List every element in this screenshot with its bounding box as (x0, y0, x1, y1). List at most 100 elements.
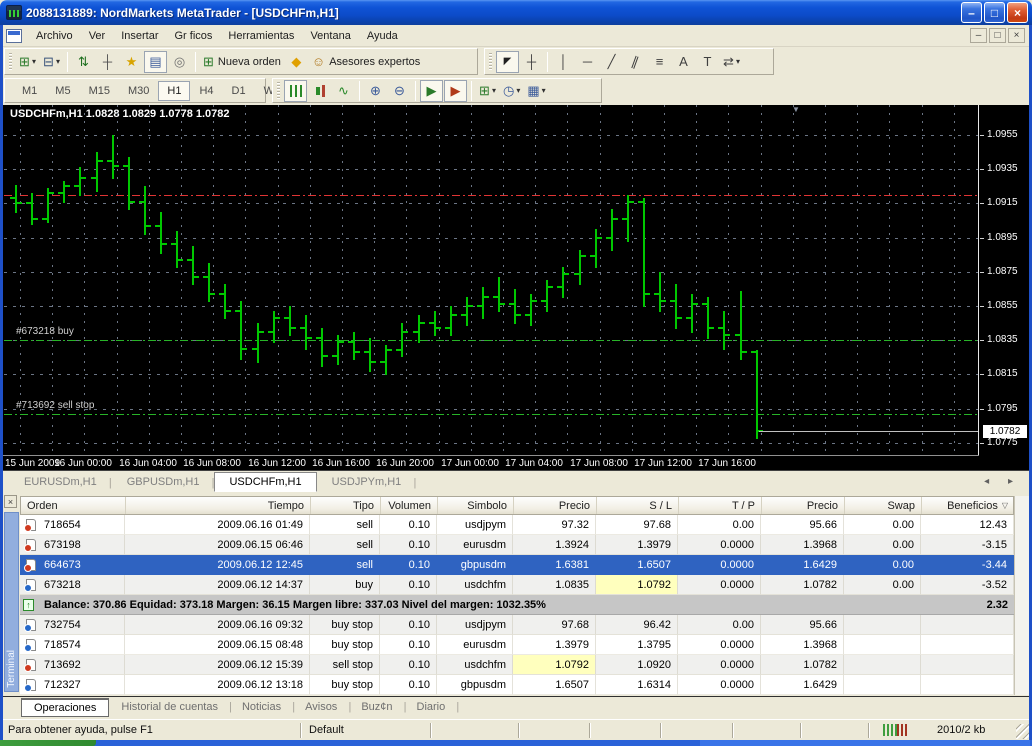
timeframe-d1-button[interactable]: D1 (223, 81, 255, 101)
chart-tab-gbpusdm[interactable]: GBPUSDm,H1| (112, 472, 215, 492)
crosshair-button[interactable]: ┼ (520, 51, 543, 73)
navigator-button[interactable]: ★ (120, 51, 143, 73)
mdi-close-button[interactable]: × (1008, 28, 1025, 43)
minimize-button[interactable]: – (961, 2, 982, 23)
dropdown-arrow-icon[interactable]: ▾ (516, 86, 520, 95)
time-axis[interactable]: 15 Jun 200916 Jun 00:0016 Jun 04:0016 Ju… (3, 455, 979, 470)
toolbar-grip[interactable] (489, 53, 492, 71)
table-scrollbar[interactable] (1014, 496, 1029, 695)
order-row-673218[interactable]: 6732182009.06.12 14:37buy0.10usdchfm1.08… (20, 575, 1014, 595)
chart-tab-usdjpym[interactable]: USDJPYm,H1| (317, 472, 417, 492)
order-row-713692[interactable]: 7136922009.06.12 15:39sell stop0.10usdch… (20, 655, 1014, 675)
terminal-close-button[interactable]: × (4, 495, 17, 508)
start-button-sliver[interactable] (0, 740, 96, 746)
toolbar-grip[interactable] (277, 82, 280, 100)
column-header-precio[interactable]: Precio (762, 497, 845, 514)
text-label-button[interactable]: T (696, 51, 719, 73)
equidistant-channel-button[interactable]: ∥ (624, 51, 647, 73)
column-header-volumen[interactable]: Volumen (381, 497, 438, 514)
column-header-sl[interactable]: S / L (597, 497, 679, 514)
periods-button[interactable]: ◷▾ (500, 80, 523, 102)
strategy-tester-button[interactable]: ◎ (168, 51, 191, 73)
auto-scroll-button[interactable]: ▶ (420, 80, 443, 102)
timeframe-h4-button[interactable]: H4 (190, 81, 222, 101)
indicators-button[interactable]: ⊞▾ (476, 80, 499, 102)
order-row-673198[interactable]: 6731982009.06.15 06:46sell0.10eurusdm1.3… (20, 535, 1014, 555)
buy-order-line[interactable] (4, 340, 978, 341)
maximize-button[interactable]: □ (984, 2, 1005, 23)
terminal-tab-buz-n[interactable]: Buz¢n| (349, 699, 404, 715)
timeframe-m1-button[interactable]: M1 (13, 81, 46, 101)
column-header-orden[interactable]: Orden (21, 497, 126, 514)
terminal-tab-historial-de-cuentas[interactable]: Historial de cuentas| (109, 699, 230, 715)
dropdown-arrow-icon[interactable]: ▾ (56, 57, 60, 66)
timeframe-m5-button[interactable]: M5 (46, 81, 79, 101)
cursor-button[interactable]: ◤ (496, 51, 519, 73)
chart-system-icon[interactable] (6, 29, 22, 43)
mdi-restore-button[interactable]: □ (989, 28, 1006, 43)
text-button[interactable]: A (672, 51, 695, 73)
column-header-beneficios[interactable]: Beneficios▽ (922, 497, 1015, 514)
order-row-718574[interactable]: 7185742009.06.15 08:48buy stop0.10eurusd… (20, 635, 1014, 655)
dropdown-arrow-icon[interactable]: ▾ (492, 86, 496, 95)
new-order-button[interactable]: ⊞Nueva orden (200, 51, 284, 73)
terminal-tab-avisos[interactable]: Avisos| (293, 699, 349, 715)
column-header-swap[interactable]: Swap (845, 497, 922, 514)
templates-button[interactable]: ▦▾ (524, 80, 548, 102)
dropdown-arrow-icon[interactable]: ▾ (736, 57, 740, 66)
menu-archivo[interactable]: Archivo (28, 27, 81, 45)
menu-gr-ficos[interactable]: Gr ficos (167, 27, 221, 45)
tab-scroll-arrows[interactable]: ◂ ▸ (984, 476, 1021, 487)
dropdown-arrow-icon[interactable]: ▾ (32, 57, 36, 66)
terminal-tab-noticias[interactable]: Noticias| (230, 699, 293, 715)
dropdown-arrow-icon[interactable]: ▾ (542, 86, 546, 95)
price-axis[interactable]: 1.0782 1.09551.09351.09151.08951.08751.0… (980, 105, 1029, 455)
data-window-button[interactable]: ┼ (96, 51, 119, 73)
menu-insertar[interactable]: Insertar (113, 27, 166, 45)
zoom-out-button[interactable]: ⊖ (388, 80, 411, 102)
bar-chart-button[interactable] (284, 80, 307, 102)
candlestick-button[interactable] (308, 80, 331, 102)
zoom-in-button[interactable]: ⊕ (364, 80, 387, 102)
order-row-732754[interactable]: 7327542009.06.16 09:32buy stop0.10usdjpy… (20, 615, 1014, 635)
mdi-minimize-button[interactable]: – (970, 28, 987, 43)
column-header-tiempo[interactable]: Tiempo (126, 497, 311, 514)
menu-ayuda[interactable]: Ayuda (359, 27, 406, 45)
sell-stop-order-line[interactable] (4, 414, 978, 415)
terminal-vertical-tab[interactable]: Terminal (4, 512, 19, 692)
timeframe-h1-button[interactable]: H1 (158, 81, 190, 101)
expert-advisors-button[interactable]: ☺Asesores expertos (309, 51, 423, 73)
order-row-664673[interactable]: 6646732009.06.12 12:45sell0.10gbpusdm1.6… (20, 555, 1014, 575)
vertical-line-button[interactable]: │ (552, 51, 575, 73)
close-button[interactable]: × (1007, 2, 1028, 23)
chart-tab-usdchfm[interactable]: USDCHFm,H1 (214, 472, 316, 492)
menu-ver[interactable]: Ver (81, 27, 114, 45)
terminal-tab-diario[interactable]: Diario| (405, 699, 458, 715)
column-header-simbolo[interactable]: Simbolo (438, 497, 514, 514)
trendline-button[interactable]: ╱ (600, 51, 623, 73)
terminal-button[interactable]: ▤ (144, 51, 167, 73)
market-watch-button[interactable]: ⇅ (72, 51, 95, 73)
arrow-tools-button[interactable]: ⇄▾ (720, 51, 743, 73)
balance-row[interactable]: ↑Balance: 370.86 Equidad: 373.18 Margen:… (20, 595, 1014, 615)
metaeditor-button[interactable]: ◆ (285, 51, 308, 73)
chart-shift-button[interactable]: ▶ (444, 80, 467, 102)
menu-ventana[interactable]: Ventana (302, 27, 358, 45)
horizontal-line-button[interactable]: ─ (576, 51, 599, 73)
order-row-718654[interactable]: 7186542009.06.16 01:49sell0.10usdjpym97.… (20, 515, 1014, 535)
terminal-tab-operaciones[interactable]: Operaciones (21, 698, 109, 717)
column-header-precio[interactable]: Precio (514, 497, 597, 514)
stop-level-line[interactable] (4, 195, 978, 196)
status-profile[interactable]: Default (300, 723, 430, 738)
new-chart-button[interactable]: ⊞▾ (16, 51, 39, 73)
chart-tab-eurusdm[interactable]: EURUSDm,H1| (9, 472, 112, 492)
order-row-712327[interactable]: 7123272009.06.12 13:18buy stop0.10gbpusd… (20, 675, 1014, 695)
timeframe-m15-button[interactable]: M15 (80, 81, 119, 101)
menu-herramientas[interactable]: Herramientas (220, 27, 302, 45)
profiles-button[interactable]: ⊟▾ (40, 51, 63, 73)
toolbar-grip[interactable] (9, 53, 12, 71)
timeframe-m30-button[interactable]: M30 (119, 81, 158, 101)
line-chart-button[interactable]: ∿ (332, 80, 355, 102)
fibonacci-button[interactable]: ≡ (648, 51, 671, 73)
chart-plot-area[interactable]: USDCHFm,H1 1.0828 1.0829 1.0778 1.0782 ▼… (4, 105, 979, 455)
